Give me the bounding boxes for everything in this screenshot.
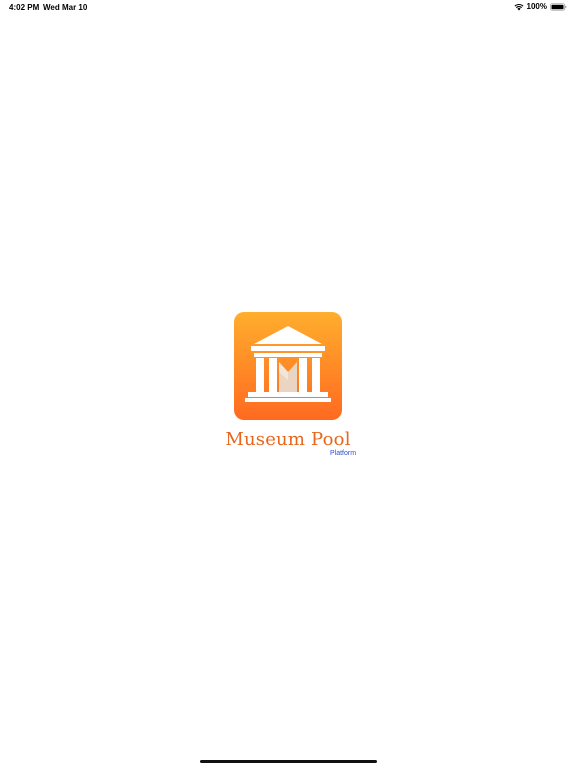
- status-time: 4:02 PM: [9, 3, 40, 12]
- splash-screen: Museum Pool Platform: [0, 312, 576, 462]
- status-indicators: 100%: [514, 2, 567, 11]
- battery-percent: 100%: [526, 2, 547, 11]
- brand-subtitle: Platform: [330, 450, 357, 457]
- status-bar: 4:02 PM Wed Mar 10 100%: [0, 0, 576, 14]
- app-logo: [234, 312, 342, 420]
- brand-name: Museum Pool: [225, 429, 351, 450]
- home-indicator[interactable]: [200, 760, 377, 763]
- battery-icon: [550, 2, 567, 11]
- status-date: Wed Mar 10: [43, 3, 88, 12]
- museum-building-icon: [245, 326, 331, 402]
- wifi-icon: [514, 3, 524, 11]
